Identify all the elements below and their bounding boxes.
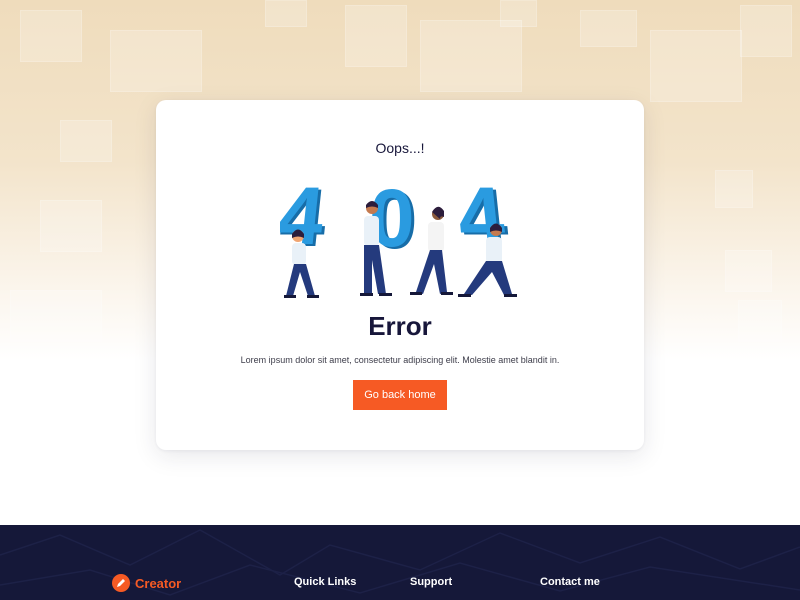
support-heading: Support — [410, 576, 453, 588]
brand-name: Creator — [135, 575, 182, 591]
contact-heading: Contact me — [540, 576, 600, 588]
pencil-icon — [112, 574, 130, 592]
error-title: Error — [368, 311, 432, 341]
footer-logo[interactable]: Creator — [112, 574, 181, 592]
quick-links-heading: Quick Links — [294, 576, 357, 588]
error-description: Lorem ipsum dolor sit amet, consectetur … — [240, 355, 560, 365]
footer: Creator Quick Links Support Contact me — [0, 525, 800, 600]
go-back-home-button[interactable]: Go back home — [353, 380, 447, 410]
digit-four-right: 4 4 — [453, 171, 512, 264]
oops-text: Oops...! — [375, 140, 425, 156]
404-illustration: 4 4 0 0 4 4 — [280, 171, 517, 298]
